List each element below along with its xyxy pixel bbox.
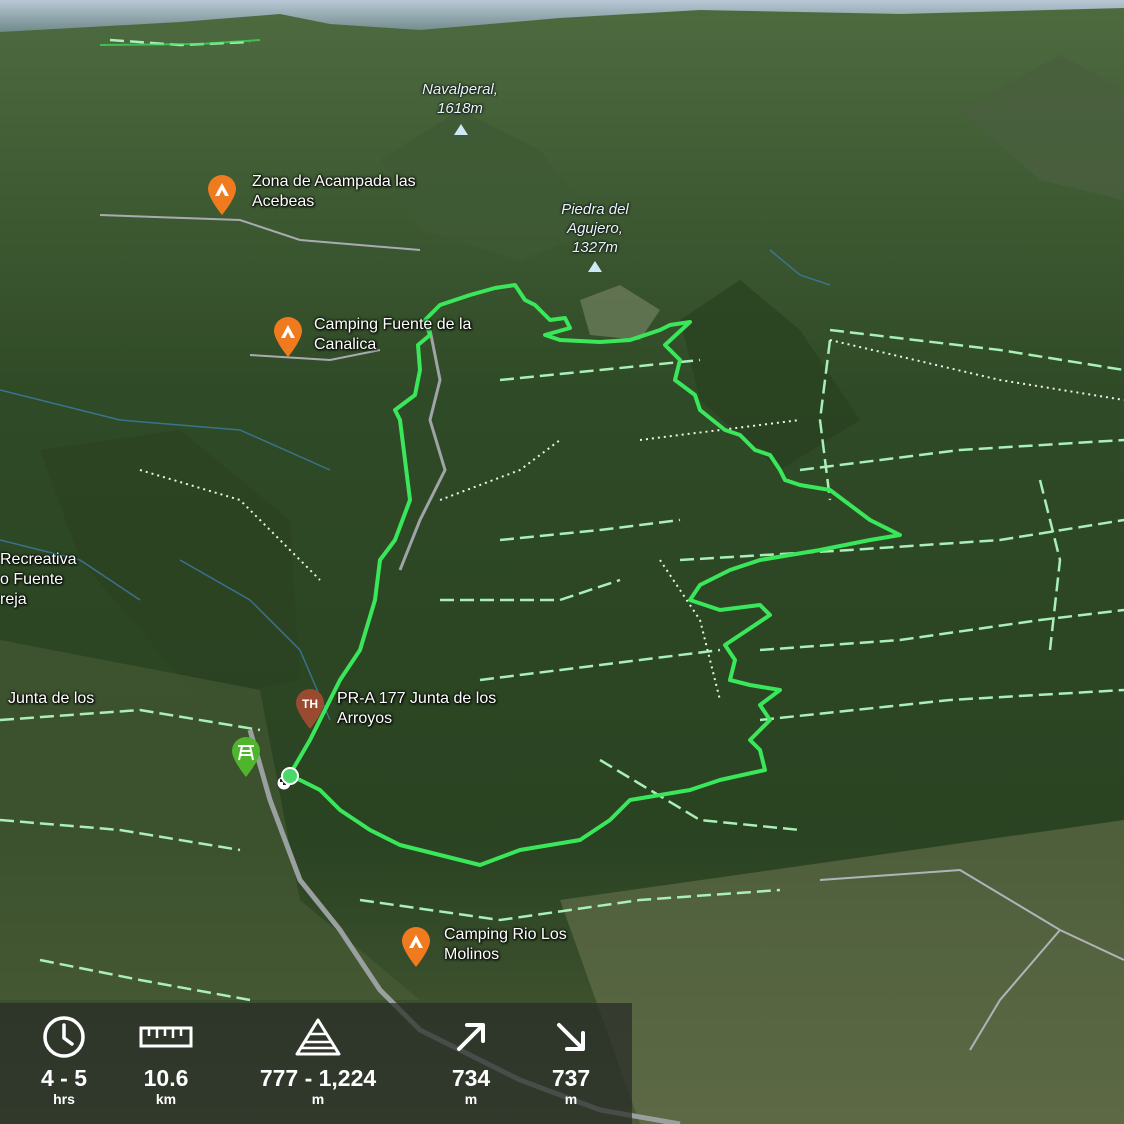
duration-unit: hrs <box>53 1091 75 1107</box>
stat-duration: 4 - 5 hrs <box>0 1003 128 1124</box>
distance-unit: km <box>155 1091 177 1107</box>
junta-label: Junta de los <box>8 690 95 707</box>
duration-value: 4 - 5 <box>40 1065 88 1091</box>
ruler-icon <box>139 1015 193 1059</box>
clock-icon <box>41 1015 87 1059</box>
camp-icon[interactable] <box>206 174 238 216</box>
trailhead-icon[interactable]: TH <box>294 688 326 730</box>
route-start-marker[interactable] <box>276 765 306 795</box>
stat-ascent: 734 m <box>432 1003 510 1124</box>
peak-label-piedra-del-agujero: Piedra del Agujero, 1327m <box>561 201 629 256</box>
trailhead-badge: TH <box>302 697 318 711</box>
camp-label-molinos: Camping Rio Los Molinos <box>444 926 567 963</box>
peak-icon <box>454 124 468 135</box>
camp-label-acebeas: Zona de Acampada las Acebeas <box>252 173 416 210</box>
descent-unit: m <box>564 1091 578 1107</box>
elevation-unit: m <box>311 1091 325 1107</box>
camp-icon[interactable] <box>400 926 432 968</box>
stat-elevation: 777 - 1,224 m <box>204 1003 432 1124</box>
stat-distance: 10.6 km <box>128 1003 204 1124</box>
route-stats-panel: 4 - 5 hrs 10.6 km 777 - 1,224 m 734 m 73… <box>0 1003 632 1124</box>
distance-value: 10.6 <box>143 1065 189 1091</box>
trailhead-label: PR-A 177 Junta de los Arroyos <box>337 690 497 727</box>
peak-label-navalperal: Navalperal, 1618m <box>422 81 498 117</box>
recreativa-label: Recreativa o Fuente reja <box>0 551 77 608</box>
descent-value: 737 <box>551 1065 591 1091</box>
peak-icon <box>588 261 602 272</box>
ascent-unit: m <box>464 1091 478 1107</box>
camp-label-canalica: Camping Fuente de la Canalica <box>314 316 472 353</box>
picnic-icon[interactable] <box>230 736 262 778</box>
arrow-down-right-icon <box>551 1015 591 1059</box>
stat-descent: 737 m <box>510 1003 632 1124</box>
mountain-icon <box>293 1015 343 1059</box>
ascent-value: 734 <box>451 1065 491 1091</box>
elevation-value: 777 - 1,224 <box>259 1065 377 1091</box>
camp-icon[interactable] <box>272 316 304 358</box>
arrow-up-right-icon <box>451 1015 491 1059</box>
